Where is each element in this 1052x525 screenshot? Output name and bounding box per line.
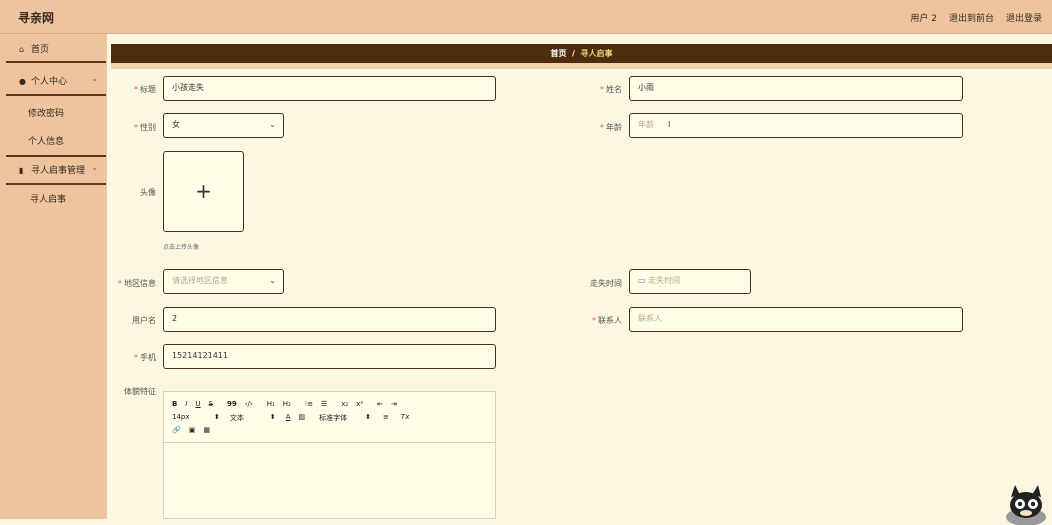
avatar-upload-hint: 点击上传头像 [163,244,200,251]
name-label: * 姓名 [600,85,622,94]
user-icon: ● [19,77,26,86]
superscript-button[interactable]: x² [356,400,363,408]
ordered-list-button[interactable]: ⁝≡ [305,400,313,408]
quote-button[interactable]: 99 [227,400,237,408]
sidebar-item-notice-management[interactable]: ▮ 寻人启事管理 ⌄ [19,163,107,176]
title-label: * 标题 [134,85,156,94]
lost-time-picker[interactable]: ▭ 走失时间 [629,269,751,294]
font-color-button[interactable]: A [286,413,291,423]
home-icon: ⌂ [19,45,25,54]
outdent-button[interactable]: ⇤ [377,400,383,408]
italic-button[interactable]: I [185,400,187,408]
contact-label: * 联系人 [592,316,622,325]
main-content: 首页 / 寻人启事 * 标题 小孩走失 * 姓名 小雨 * 性别 女 ⌄ * 年龄 年龄… [111,37,1052,519]
updown-icon: ⬍ [269,413,276,421]
title-input[interactable]: 小孩走失 [163,76,496,101]
logout-link[interactable]: 退出登录 [1006,11,1042,24]
subscript-button[interactable]: x₂ [341,400,348,408]
chevron-down-icon: ⌄ [91,74,98,83]
bar-chart-icon: ▮ [19,166,24,175]
strike-button[interactable]: S [209,400,213,408]
updown-icon: ⬍ [214,413,220,421]
name-input[interactable]: 小雨 [629,76,963,101]
image-icon[interactable]: ▣ [189,426,196,434]
avatar-upload[interactable]: + [163,151,244,232]
username-label: 用户名 [132,316,156,325]
bold-button[interactable]: B [172,400,177,408]
clear-format-button[interactable]: Tx [401,413,409,423]
table-icon[interactable]: ▦ [203,426,210,434]
sidebar-divider [6,94,106,96]
text-cursor-icon: I [668,120,671,129]
phone-label: * 手机 [134,353,156,362]
breadcrumb-strip [111,63,1052,69]
phone-input[interactable]: 15214121411 [163,344,496,369]
avatar-label: 头像 [140,188,156,197]
heading2-button[interactable]: H₂ [283,400,291,408]
sidebar: ⌂ 首页 ● 个人中心 ⌄ 修改密码 个人信息 ▮ 寻人启事管理 ⌄ 寻人启事 [0,34,107,519]
sidebar-divider [6,155,106,157]
breadcrumb: 首页 / 寻人启事 [111,44,1052,63]
plus-icon: + [195,179,212,203]
gender-label: * 性别 [134,123,156,132]
age-label: * 年龄 [600,123,622,132]
contact-input[interactable]: 联系人 [629,307,963,332]
sidebar-divider [6,61,106,63]
text-type-select[interactable]: 文本 [230,413,262,423]
back-to-frontend-link[interactable]: 退出到前台 [949,11,994,24]
features-label: 体貌特征 [124,387,156,396]
gender-select[interactable]: 女 ⌄ [163,113,284,138]
rich-text-editor: B I U S 99 ‹/› H₁ H₂ ⁝≡ ☰ x₂ x² ⇤ ⇥ 14px… [163,391,496,519]
underline-button[interactable]: U [195,400,200,408]
chevron-down-icon: ⌄ [91,163,98,172]
region-select[interactable]: 请选择地区信息 ⌄ [163,269,284,294]
sidebar-item-personal-center[interactable]: ● 个人中心 ⌄ [19,74,107,87]
heading1-button[interactable]: H₁ [267,400,275,408]
breadcrumb-current: 寻人启事 [580,49,613,58]
editor-toolbar: B I U S 99 ‹/› H₁ H₂ ⁝≡ ☰ x₂ x² ⇤ ⇥ 14px… [164,392,495,443]
lost-time-label: 走失时间 [590,279,622,288]
background-color-button[interactable]: ▨ [299,413,306,423]
align-button[interactable]: ≡ [383,413,389,423]
breadcrumb-home[interactable]: 首页 [550,49,566,58]
age-input[interactable]: 年龄 I [629,113,963,138]
top-header: 寻亲网 用户 2 退出到前台 退出登录 [0,0,1052,34]
updown-icon: ⬍ [365,413,372,421]
username-input[interactable]: 2 [163,307,496,332]
font-size-select[interactable]: 14px [172,413,206,423]
code-block-button[interactable]: ‹/› [245,400,253,408]
font-family-select[interactable]: 标准字体 [319,413,357,423]
breadcrumb-separator: / [572,49,575,58]
chevron-down-icon: ⌄ [269,276,276,285]
indent-button[interactable]: ⇥ [391,400,397,408]
sidebar-item-home[interactable]: ⌂ 首页 [19,42,126,55]
current-user: 用户 2 [910,14,937,24]
bullet-list-button[interactable]: ☰ [321,400,327,408]
sidebar-divider [6,183,106,185]
chevron-down-icon: ⌄ [269,120,276,129]
link-icon[interactable]: 🔗 [172,426,181,434]
site-brand: 寻亲网 [18,11,55,25]
header-actions: 用户 2 退出到前台 退出登录 [910,11,1042,24]
calendar-icon: ▭ [638,276,646,285]
region-label: * 地区信息 [118,279,156,288]
